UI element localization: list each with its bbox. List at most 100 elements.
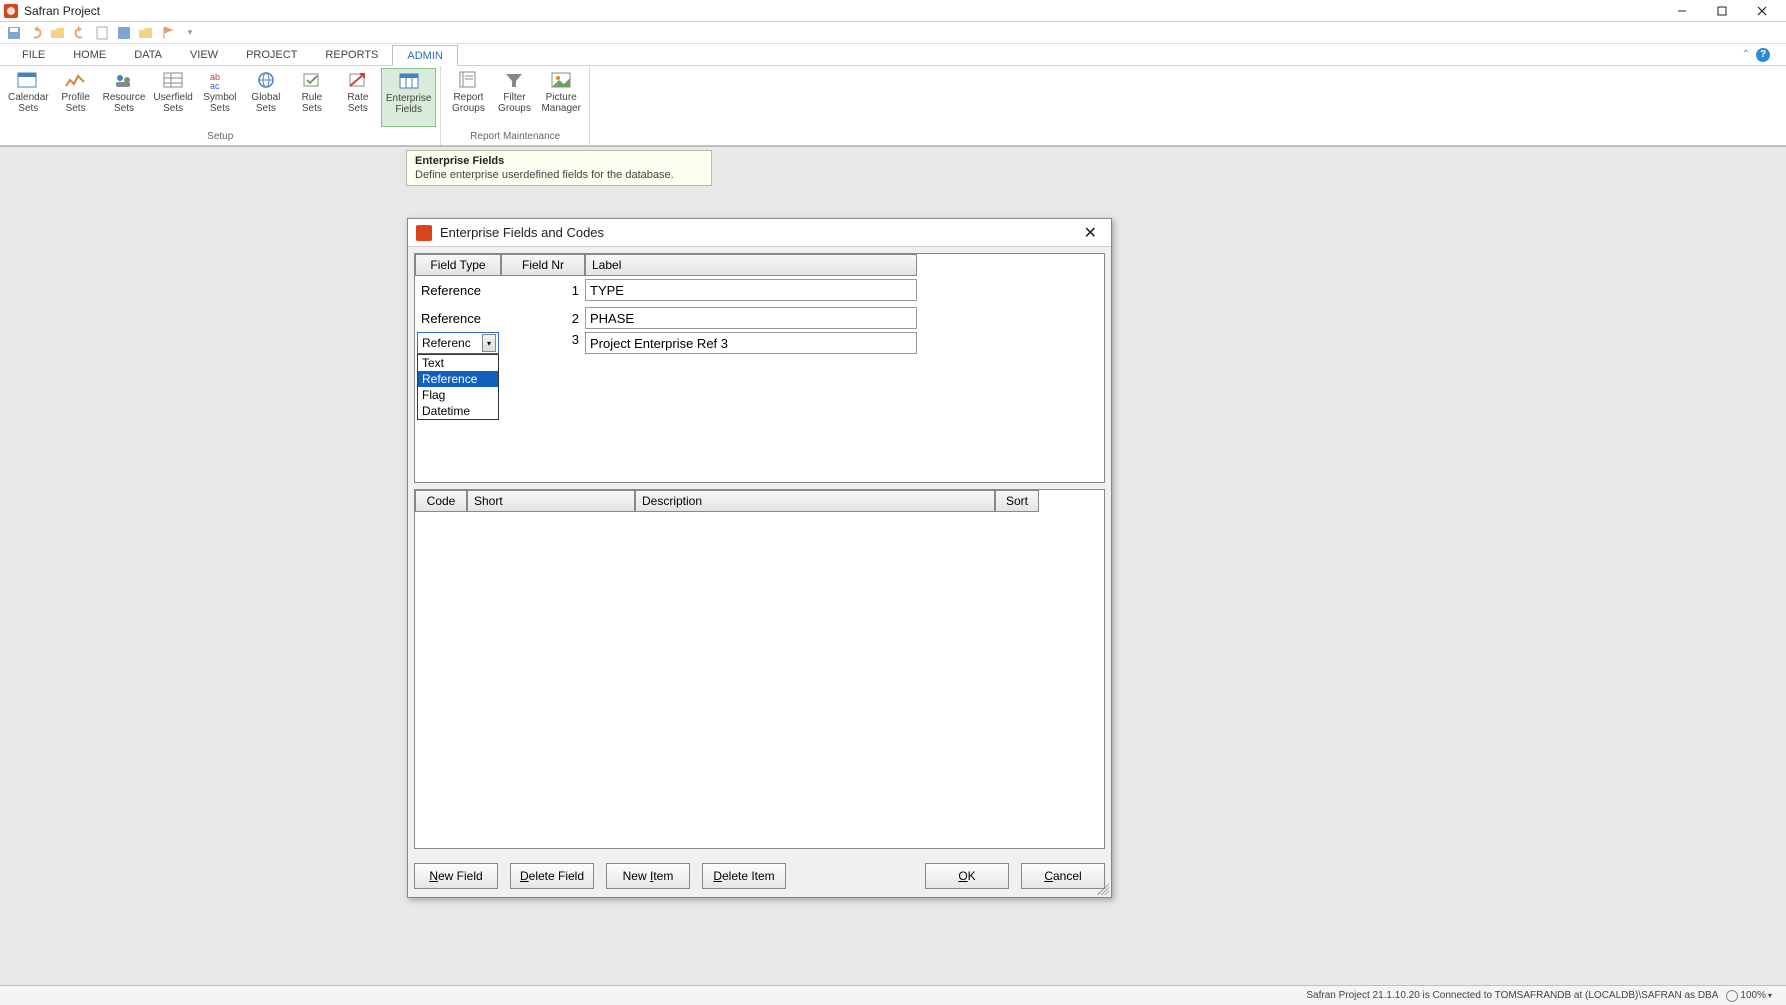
picture-manager-button[interactable]: PictureManager [537, 68, 584, 127]
view-tab[interactable]: VIEW [176, 44, 232, 65]
label-input-2[interactable] [585, 307, 917, 329]
filter-groups-button[interactable]: FilterGroups [491, 68, 537, 127]
dialog-buttons: New Field Delete Field New Item Delete I… [408, 855, 1111, 897]
ribbon-group-setup: CalendarSets ProfileSets ResourceSets Us… [0, 66, 441, 145]
dropdown-option-datetime[interactable]: Datetime [418, 403, 498, 419]
rule-icon [300, 70, 324, 90]
label-input-3[interactable] [585, 332, 917, 354]
resource-sets-button[interactable]: ResourceSets [99, 68, 150, 127]
field-row[interactable]: Referenc ▾ Text Reference Flag Datetime … [415, 332, 1104, 360]
col-sort[interactable]: Sort [995, 490, 1039, 512]
tooltip-title: Enterprise Fields [415, 155, 703, 167]
collapse-ribbon-icon[interactable]: ⌃ [1742, 49, 1750, 60]
profile-icon [64, 70, 88, 90]
maximize-button[interactable] [1702, 0, 1742, 22]
fields-grid: Field Type Field Nr Label Reference 1 Re… [414, 253, 1105, 483]
enterprise-fields-icon [397, 71, 421, 91]
col-label[interactable]: Label [585, 254, 917, 276]
reports-tab[interactable]: REPORTS [311, 44, 392, 65]
dropdown-option-text[interactable]: Text [418, 355, 498, 371]
folder-icon[interactable] [138, 25, 154, 41]
ribbon-group-label-report: Report Maintenance [441, 129, 588, 145]
data-tab[interactable]: DATA [120, 44, 176, 65]
userfield-icon [161, 70, 185, 90]
dropdown-icon[interactable]: ▾ [182, 25, 198, 41]
help-icon[interactable]: ? [1756, 48, 1770, 62]
field-type-dropdown-list: Text Reference Flag Datetime [417, 354, 499, 420]
codes-grid: Code Short Description Sort [414, 489, 1105, 849]
project-tab[interactable]: PROJECT [232, 44, 311, 65]
dialog-close-button[interactable]: ✕ [1078, 223, 1103, 243]
ribbon-group-label-setup: Setup [0, 129, 440, 145]
undo-icon[interactable] [28, 25, 44, 41]
new-item-button[interactable]: New Item [606, 863, 690, 889]
admin-tab[interactable]: ADMIN [392, 45, 457, 66]
calendar-sets-button[interactable]: CalendarSets [4, 68, 53, 127]
titlebar: Safran Project [0, 0, 1786, 22]
minimize-button[interactable] [1662, 0, 1702, 22]
dialog-title-text: Enterprise Fields and Codes [440, 225, 604, 240]
zoom-icon [1726, 990, 1738, 1002]
statusbar: Safran Project 21.1.10.20 is Connected t… [0, 985, 1786, 1005]
report-groups-button[interactable]: ReportGroups [445, 68, 491, 127]
menu-tabs: FILE HOME DATA VIEW PROJECT REPORTS ADMI… [0, 44, 1786, 66]
label-input-1[interactable] [585, 279, 917, 301]
col-code[interactable]: Code [415, 490, 467, 512]
global-icon [254, 70, 278, 90]
ribbon-group-report-maintenance: ReportGroups FilterGroups PictureManager… [441, 66, 589, 145]
app-title: Safran Project [24, 4, 100, 18]
dialog-icon [416, 225, 432, 241]
col-description[interactable]: Description [635, 490, 995, 512]
flag-icon[interactable] [160, 25, 176, 41]
field-row[interactable]: Reference 2 [415, 304, 1104, 332]
enterprise-fields-dialog: Enterprise Fields and Codes ✕ Field Type… [407, 218, 1112, 898]
resize-grip[interactable] [1097, 883, 1109, 895]
symbol-icon: abac [208, 70, 232, 90]
save-icon[interactable] [6, 25, 22, 41]
calendar-icon [16, 70, 40, 90]
rate-sets-button[interactable]: RateSets [335, 68, 381, 127]
zoom-value: 100% [1740, 990, 1766, 1001]
delete-field-button[interactable]: Delete Field [510, 863, 594, 889]
resource-icon [112, 70, 136, 90]
redo-icon[interactable] [72, 25, 88, 41]
profile-sets-button[interactable]: ProfileSets [53, 68, 99, 127]
zoom-control[interactable]: 100% ▾ [1726, 990, 1780, 1002]
filter-groups-icon [502, 70, 526, 90]
dropdown-option-flag[interactable]: Flag [418, 387, 498, 403]
new-icon[interactable] [94, 25, 110, 41]
symbol-sets-button[interactable]: abac SymbolSets [197, 68, 243, 127]
delete-item-button[interactable]: Delete Item [702, 863, 786, 889]
quick-access-toolbar: ▾ [0, 22, 1786, 44]
rule-sets-button[interactable]: RuleSets [289, 68, 335, 127]
picture-manager-icon [549, 70, 573, 90]
svg-text:ac: ac [210, 81, 220, 90]
close-button[interactable] [1742, 0, 1782, 22]
col-field-nr[interactable]: Field Nr [501, 254, 585, 276]
userfield-sets-button[interactable]: UserfieldSets [149, 68, 196, 127]
dialog-titlebar: Enterprise Fields and Codes ✕ [408, 219, 1111, 247]
rate-icon [346, 70, 370, 90]
chevron-down-icon: ▾ [482, 334, 496, 352]
enterprise-fields-button[interactable]: EnterpriseFields [381, 68, 437, 127]
col-short[interactable]: Short [467, 490, 635, 512]
field-type-dropdown[interactable]: Referenc ▾ [417, 332, 499, 354]
zoom-dropdown-icon: ▾ [1768, 991, 1772, 1000]
safran-logo-icon [4, 4, 18, 18]
tooltip-description: Define enterprise userdefined fields for… [415, 169, 703, 181]
file-tab[interactable]: FILE [8, 44, 59, 65]
field-row[interactable]: Reference 1 [415, 276, 1104, 304]
open-icon[interactable] [50, 25, 66, 41]
ribbon: CalendarSets ProfileSets ResourceSets Us… [0, 66, 1786, 146]
dropdown-option-reference[interactable]: Reference [418, 371, 498, 387]
ok-button[interactable]: OK [925, 863, 1009, 889]
tooltip: Enterprise Fields Define enterprise user… [406, 150, 712, 186]
status-text: Safran Project 21.1.10.20 is Connected t… [1306, 990, 1718, 1001]
global-sets-button[interactable]: GlobalSets [243, 68, 289, 127]
col-field-type[interactable]: Field Type [415, 254, 501, 276]
new-field-button[interactable]: New Field [414, 863, 498, 889]
home-tab[interactable]: HOME [59, 44, 120, 65]
save2-icon[interactable] [116, 25, 132, 41]
report-groups-icon [456, 70, 480, 90]
cancel-button[interactable]: Cancel [1021, 863, 1105, 889]
